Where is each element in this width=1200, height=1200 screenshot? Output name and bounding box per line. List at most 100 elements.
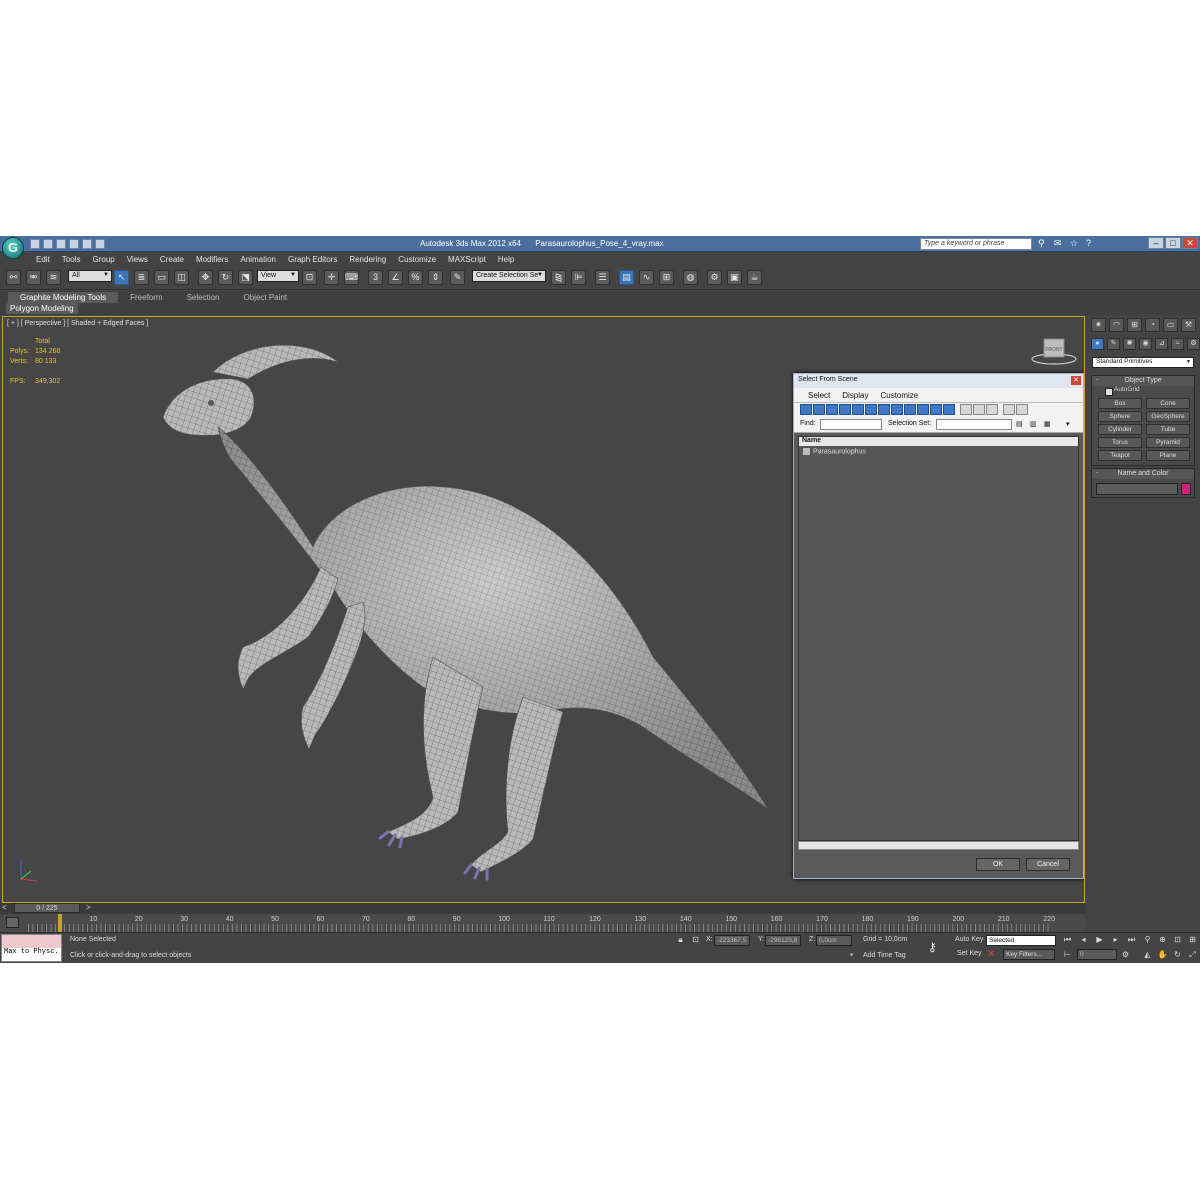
display-geometry-icon[interactable] xyxy=(800,404,812,415)
display-cameras-icon[interactable] xyxy=(839,404,851,415)
auto-key-button[interactable]: Auto Key xyxy=(955,936,983,943)
set-key-button[interactable]: Set Key xyxy=(957,950,982,957)
subscription-icon[interactable]: ✉ xyxy=(1054,238,1064,248)
pivot-center-icon[interactable]: ⊡ xyxy=(302,270,317,285)
space-warps-icon[interactable]: ≈ xyxy=(1171,338,1184,350)
object-list[interactable]: Name Parasaurolophus xyxy=(798,436,1079,841)
zoom-extents-all-icon[interactable]: ⊞ xyxy=(1187,934,1198,945)
menu-item-tools[interactable]: Tools xyxy=(56,253,87,266)
named-selection-dropdown[interactable]: Create Selection Se xyxy=(472,270,546,282)
primitive-sphere-button[interactable]: Sphere xyxy=(1098,411,1142,422)
close-button[interactable]: ✕ xyxy=(1182,237,1198,249)
primitive-teapot-button[interactable]: Teapot xyxy=(1098,450,1142,461)
menu-item-rendering[interactable]: Rendering xyxy=(343,253,392,266)
object-color-swatch[interactable] xyxy=(1181,483,1191,495)
hierarchy-tab-icon[interactable]: ⊞ xyxy=(1127,318,1142,332)
horizontal-scrollbar[interactable] xyxy=(798,841,1079,850)
undo-icon[interactable] xyxy=(69,239,79,249)
menu-item-edit[interactable]: Edit xyxy=(30,253,56,266)
display-xrefs-icon[interactable] xyxy=(891,404,903,415)
time-slider-next-icon[interactable]: > xyxy=(86,903,91,912)
binoculars-icon[interactable]: ⚲ xyxy=(1038,238,1048,248)
key-mode-toggle-icon[interactable]: ⊢ xyxy=(1062,949,1073,960)
name-column-header[interactable]: Name xyxy=(799,437,1078,446)
name-and-color-header[interactable]: Name and Color xyxy=(1092,469,1194,479)
key-filters-button[interactable]: Key Filters... xyxy=(1003,949,1055,960)
find-input[interactable] xyxy=(820,419,882,430)
category-dropdown[interactable]: Standard Primitives xyxy=(1092,357,1194,368)
select-by-name-icon[interactable]: ≣ xyxy=(134,270,149,285)
time-slider-thumb[interactable]: 0 / 225 xyxy=(14,903,80,913)
cancel-button[interactable]: Cancel xyxy=(1026,858,1070,871)
selection-set-dropdown[interactable] xyxy=(936,419,1012,430)
percent-snap-icon[interactable]: % xyxy=(408,270,423,285)
primitive-cylinder-button[interactable]: Cylinder xyxy=(1098,424,1142,435)
time-slider[interactable]: < 0 / 225 > xyxy=(0,903,1085,914)
search-input[interactable]: Type a keyword or phrase xyxy=(920,238,1032,250)
spinner-snap-icon[interactable]: ⇕ xyxy=(428,270,443,285)
maximize-viewport-icon[interactable]: ⤢ xyxy=(1187,949,1198,960)
object-name-input[interactable] xyxy=(1096,483,1178,495)
field-of-view-icon[interactable]: ◭ xyxy=(1142,949,1153,960)
window-crossing-icon[interactable]: ◫ xyxy=(174,270,189,285)
select-invert-icon[interactable]: ▦ xyxy=(1044,420,1051,428)
favorites-star-icon[interactable]: ☆ xyxy=(1070,238,1080,248)
bind-space-warp-icon[interactable]: ≋ xyxy=(46,270,61,285)
redo-icon[interactable] xyxy=(82,239,92,249)
ok-button[interactable]: OK xyxy=(976,858,1020,871)
pan-view-icon[interactable]: ✋ xyxy=(1157,949,1168,960)
display-groups-icon[interactable] xyxy=(878,404,890,415)
display-containers-icon[interactable] xyxy=(917,404,929,415)
transform-mode-icon[interactable]: ⊡ xyxy=(690,934,701,945)
dialog-menu-select[interactable]: Select xyxy=(802,388,836,402)
orbit-icon[interactable]: ↻ xyxy=(1172,949,1183,960)
move-icon[interactable]: ✥ xyxy=(198,270,213,285)
lights-icon[interactable]: ✺ xyxy=(1123,338,1136,350)
render-setup-icon[interactable]: ⚙ xyxy=(707,270,722,285)
display-frozen-icon[interactable] xyxy=(930,404,942,415)
z-coordinate-field[interactable]: 0,0cm xyxy=(816,935,852,946)
zoom-icon[interactable]: ⚲ xyxy=(1142,934,1153,945)
primitive-pyramid-button[interactable]: Pyramid xyxy=(1146,437,1190,448)
menu-item-create[interactable]: Create xyxy=(154,253,190,266)
project-folder-icon[interactable] xyxy=(95,239,105,249)
render-production-icon[interactable]: ☕ xyxy=(747,270,762,285)
align-icon[interactable]: ⊫ xyxy=(571,270,586,285)
zoom-all-icon[interactable]: ⊕ xyxy=(1157,934,1168,945)
primitive-plane-button[interactable]: Plane xyxy=(1146,450,1190,461)
selection-filter-dropdown[interactable]: All xyxy=(68,270,112,282)
goto-start-icon[interactable]: ⏮ xyxy=(1062,934,1073,945)
dinosaur-mesh[interactable] xyxy=(162,344,769,881)
systems-icon[interactable]: ⚙ xyxy=(1187,338,1200,350)
minimize-button[interactable]: – xyxy=(1148,237,1164,249)
create-tab-icon[interactable]: ✷ xyxy=(1091,318,1106,332)
ribbon-tab-selection[interactable]: Selection xyxy=(175,292,232,303)
menu-item-modifiers[interactable]: Modifiers xyxy=(190,253,234,266)
material-editor-icon[interactable]: ◍ xyxy=(683,270,698,285)
cameras-icon[interactable]: ◉ xyxy=(1139,338,1152,350)
snaps-toggle-icon[interactable]: 3 xyxy=(368,270,383,285)
menu-item-maxscript[interactable]: MAXScript xyxy=(442,253,492,266)
time-configuration-icon[interactable]: ⚙ xyxy=(1120,949,1131,960)
display-tab-icon[interactable]: ▭ xyxy=(1163,318,1178,332)
rectangular-region-icon[interactable]: ▭ xyxy=(154,270,169,285)
next-frame-icon[interactable]: ▸ xyxy=(1110,934,1121,945)
menu-item-group[interactable]: Group xyxy=(86,253,120,266)
filter-icon[interactable] xyxy=(1003,404,1015,415)
x-coordinate-field[interactable]: -223367,5 xyxy=(714,935,750,946)
time-tag-icon[interactable]: ▪ xyxy=(846,949,857,960)
maximize-button[interactable]: □ xyxy=(1165,237,1181,249)
primitive-torus-button[interactable]: Torus xyxy=(1098,437,1142,448)
menu-item-customize[interactable]: Customize xyxy=(392,253,442,266)
curve-editor-icon[interactable]: ∿ xyxy=(639,270,654,285)
layer-manager-icon[interactable]: ☰ xyxy=(595,270,610,285)
ribbon-tab-freeform[interactable]: Freeform xyxy=(118,292,174,303)
graphite-ribbon-icon[interactable]: ▤ xyxy=(619,270,634,285)
angle-snap-icon[interactable]: ∠ xyxy=(388,270,403,285)
help-icon[interactable]: ? xyxy=(1086,238,1096,248)
display-none-icon[interactable] xyxy=(973,404,985,415)
ribbon-panel-polygon-modeling[interactable]: Polygon Modeling xyxy=(6,303,78,314)
invert-display-icon[interactable] xyxy=(986,404,998,415)
helpers-icon[interactable]: ⊿ xyxy=(1155,338,1168,350)
edit-named-selection-icon[interactable]: ✎ xyxy=(450,270,465,285)
